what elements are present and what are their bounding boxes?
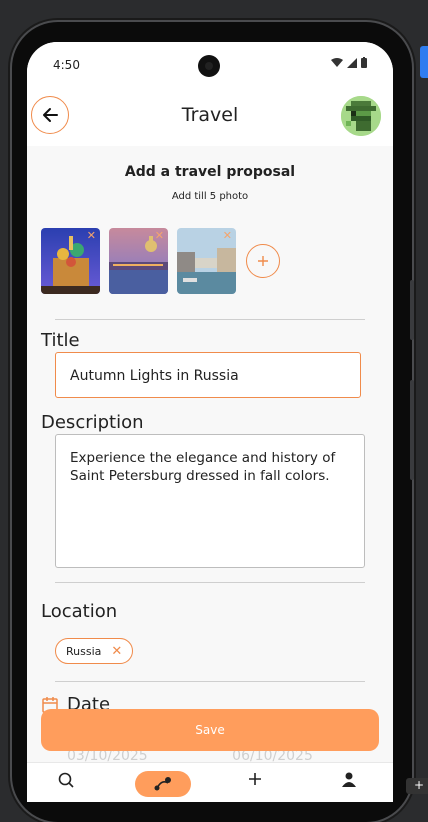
battery-icon [361, 57, 367, 68]
remove-photo-1-icon[interactable]: ✕ [87, 229, 96, 242]
page-title: Travel [181, 104, 239, 126]
plus-icon [249, 773, 261, 785]
title-input-value: Autumn Lights in Russia [70, 368, 239, 384]
divider [55, 319, 365, 320]
status-icons [331, 57, 367, 68]
form-heading: Add a travel proposal [124, 164, 296, 180]
location-chip[interactable]: Russia ✕ [55, 638, 134, 664]
description-label: Description [41, 412, 144, 433]
phone-screen: 4:50 Travel Add a travel proposal Add ti… [27, 42, 393, 802]
window-corner-plus-icon: + [406, 778, 428, 794]
title-label: Title [41, 330, 80, 351]
bottom-navigation [27, 762, 393, 802]
form-content: Add a travel proposal Add till 5 photo ✕ [27, 146, 393, 802]
photo-thumbnail-2[interactable]: ✕ [109, 228, 168, 294]
wifi-icon [331, 57, 343, 67]
pixel-avatar-icon [341, 96, 381, 136]
description-textarea[interactable]: Experience the elegance and history of S… [55, 434, 365, 568]
nav-route[interactable] [135, 771, 191, 797]
plus-icon [258, 256, 268, 266]
phone-volume-button [410, 380, 414, 480]
location-label: Location [41, 601, 118, 622]
photo-thumbnail-1[interactable]: ✕ [41, 228, 100, 294]
location-chip-label: Russia [66, 644, 102, 658]
person-icon [342, 772, 356, 787]
nav-add[interactable] [247, 771, 263, 792]
route-icon [154, 777, 171, 791]
divider [55, 681, 365, 682]
signal-icon [347, 57, 357, 68]
form-subheading: Add till 5 photo [171, 191, 249, 202]
avatar[interactable] [341, 96, 381, 136]
window-edge-marker [420, 46, 428, 78]
app-bar: Travel [27, 86, 393, 146]
nav-profile[interactable] [341, 771, 357, 792]
status-bar: 4:50 [27, 42, 393, 86]
photo-thumbnail-3[interactable]: ✕ [177, 228, 236, 294]
save-button[interactable]: Save [41, 709, 379, 751]
photo-strip: ✕ ✕ ✕ [41, 228, 280, 294]
divider [55, 582, 365, 583]
add-photo-button[interactable] [246, 244, 280, 278]
remove-photo-3-icon[interactable]: ✕ [223, 229, 232, 242]
title-input[interactable]: Autumn Lights in Russia [55, 352, 361, 398]
search-icon [58, 772, 74, 788]
remove-location-icon[interactable]: ✕ [111, 644, 122, 659]
front-camera [198, 55, 220, 77]
status-time: 4:50 [53, 58, 80, 72]
remove-photo-2-icon[interactable]: ✕ [155, 229, 164, 242]
phone-side-button [410, 280, 414, 340]
